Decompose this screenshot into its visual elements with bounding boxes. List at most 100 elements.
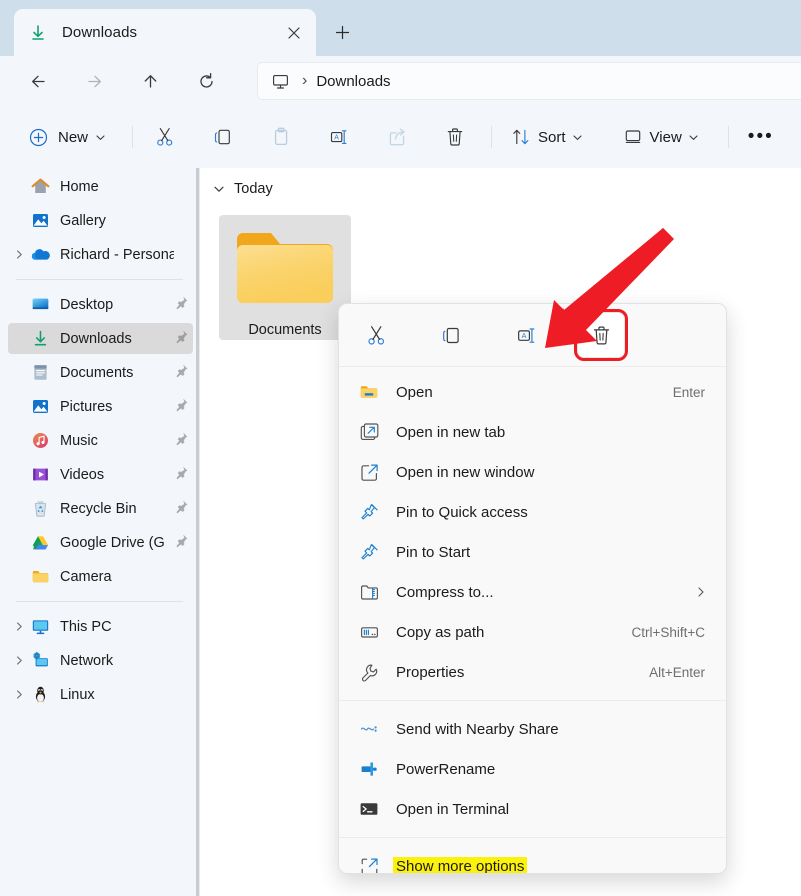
downloads-arrow-icon xyxy=(28,23,48,43)
delete-button[interactable] xyxy=(435,119,475,155)
sidebar-item-network[interactable]: Network xyxy=(8,645,193,676)
context-menu-item-compress-to[interactable]: Compress to... xyxy=(344,572,721,612)
refresh-button[interactable] xyxy=(189,64,223,98)
chevron-right-icon[interactable] xyxy=(8,621,30,632)
chevron-right-icon[interactable] xyxy=(8,689,30,700)
context-menu-item-label: Compress to... xyxy=(396,583,494,601)
command-separator xyxy=(132,126,134,148)
context-menu-item-show-more-options[interactable]: Show more options xyxy=(344,846,721,873)
context-menu-item-label: Pin to Quick access xyxy=(396,503,528,521)
group-header-label: Today xyxy=(234,181,273,197)
google-drive-icon xyxy=(30,533,50,553)
view-button[interactable]: View xyxy=(616,120,706,154)
pin-icon[interactable] xyxy=(174,499,190,519)
cut-button[interactable] xyxy=(145,119,185,155)
breadcrumb[interactable]: › Downloads xyxy=(257,62,801,100)
up-button[interactable] xyxy=(133,64,167,98)
scissors-icon xyxy=(367,325,384,345)
sidebar-item-music[interactable]: Music xyxy=(8,425,193,456)
sidebar-item-pictures[interactable]: Pictures xyxy=(8,391,193,422)
context-menu-item-label: Open in Terminal xyxy=(396,800,510,818)
sidebar-scrollbar[interactable] xyxy=(196,168,199,896)
nearby-share-icon xyxy=(358,718,380,740)
folder-icon xyxy=(358,381,380,403)
recycle-bin-icon xyxy=(30,499,50,519)
pin-icon[interactable] xyxy=(174,397,190,417)
view-label: View xyxy=(649,128,682,146)
share-icon xyxy=(389,128,405,146)
sidebar-item-desktop[interactable]: Desktop xyxy=(8,289,193,320)
context-menu-item-open-in-new-tab[interactable]: Open in new tab xyxy=(344,412,721,452)
sidebar-item-label: Desktop xyxy=(60,296,114,313)
pin-icon[interactable] xyxy=(174,363,190,383)
sidebar-item-label: Google Drive (G xyxy=(60,534,165,551)
wrench-icon xyxy=(358,661,380,683)
new-tab-button[interactable] xyxy=(326,16,358,48)
this-pc-icon[interactable] xyxy=(271,72,290,91)
close-icon[interactable] xyxy=(280,19,308,47)
chevron-right-icon[interactable] xyxy=(695,586,707,598)
context-menu-item-label: Copy as path xyxy=(396,623,485,641)
context-menu-item-powerrename[interactable]: PowerRename xyxy=(344,749,721,789)
videos-icon xyxy=(30,465,50,485)
sidebar-item-downloads[interactable]: Downloads xyxy=(8,323,193,354)
chevron-right-icon[interactable] xyxy=(8,655,30,666)
context-delete-button[interactable] xyxy=(574,309,628,361)
sidebar-item-videos[interactable]: Videos xyxy=(8,459,193,490)
svg-text:A: A xyxy=(334,135,339,142)
copy-icon xyxy=(214,129,230,145)
new-window-icon xyxy=(358,461,380,483)
forward-button xyxy=(77,64,111,98)
context-menu-item-label: Open xyxy=(396,383,433,401)
pin-icon[interactable] xyxy=(174,295,190,315)
new-button[interactable]: New xyxy=(24,120,114,154)
tab-downloads[interactable]: Downloads xyxy=(14,9,316,56)
new-tab-icon xyxy=(358,421,380,443)
chevron-right-icon[interactable] xyxy=(8,249,30,260)
pin-icon[interactable] xyxy=(174,329,190,349)
see-more-button[interactable]: ••• xyxy=(741,120,781,154)
rename-icon: A xyxy=(517,327,534,343)
breadcrumb-current[interactable]: Downloads xyxy=(316,73,390,90)
context-menu-toolbar: A xyxy=(339,304,726,367)
sidebar-item-richard-personal[interactable]: Richard - Personal xyxy=(8,239,193,270)
sidebar-item-this-pc[interactable]: This PC xyxy=(8,611,193,642)
sidebar-item-documents[interactable]: Documents xyxy=(8,357,193,388)
copy-path-icon xyxy=(358,621,380,643)
context-menu-item-send-with-nearby-share[interactable]: Send with Nearby Share xyxy=(344,709,721,749)
copy-button[interactable] xyxy=(203,119,243,155)
sidebar-item-google-drive-g[interactable]: Google Drive (G xyxy=(8,527,193,558)
context-copy-button[interactable] xyxy=(426,314,476,356)
context-menu-item-open[interactable]: Open Enter xyxy=(344,372,721,412)
rename-icon: A xyxy=(330,130,347,144)
chevron-down-icon xyxy=(572,134,582,140)
context-menu-item-open-in-new-window[interactable]: Open in new window xyxy=(344,452,721,492)
context-cut-button[interactable] xyxy=(351,314,401,356)
sidebar-item-home[interactable]: Home xyxy=(8,171,193,202)
onedrive-icon xyxy=(30,245,50,265)
svg-text:A: A xyxy=(521,331,526,340)
pin-icon[interactable] xyxy=(174,431,190,451)
sort-button[interactable]: Sort xyxy=(504,120,590,154)
sidebar-item-linux[interactable]: Linux xyxy=(8,679,193,710)
context-menu-item-pin-to-start[interactable]: Pin to Start xyxy=(344,532,721,572)
desktop-icon xyxy=(30,295,50,315)
view-icon xyxy=(625,130,640,143)
sidebar-item-camera[interactable]: Camera xyxy=(8,561,193,592)
sidebar-item-gallery[interactable]: Gallery xyxy=(8,205,193,236)
context-menu-item-copy-as-path[interactable]: Copy as path Ctrl+Shift+C xyxy=(344,612,721,652)
group-header-today[interactable]: Today xyxy=(213,176,801,202)
context-rename-button[interactable]: A xyxy=(501,314,551,356)
context-menu-item-properties[interactable]: Properties Alt+Enter xyxy=(344,652,721,692)
rename-button[interactable]: A xyxy=(319,119,359,155)
sidebar-divider xyxy=(16,279,183,280)
sidebar-item-label: Camera xyxy=(60,568,112,585)
file-item-documents[interactable]: Documents xyxy=(219,215,351,340)
pin-icon[interactable] xyxy=(174,465,190,485)
sidebar-item-recycle-bin[interactable]: Recycle Bin xyxy=(8,493,193,524)
pin-icon[interactable] xyxy=(174,533,190,553)
context-menu-item-open-in-terminal[interactable]: Open in Terminal xyxy=(344,789,721,829)
context-menu-item-pin-to-quick-access[interactable]: Pin to Quick access xyxy=(344,492,721,532)
back-button[interactable] xyxy=(21,64,55,98)
sidebar-item-label: Home xyxy=(60,178,99,195)
